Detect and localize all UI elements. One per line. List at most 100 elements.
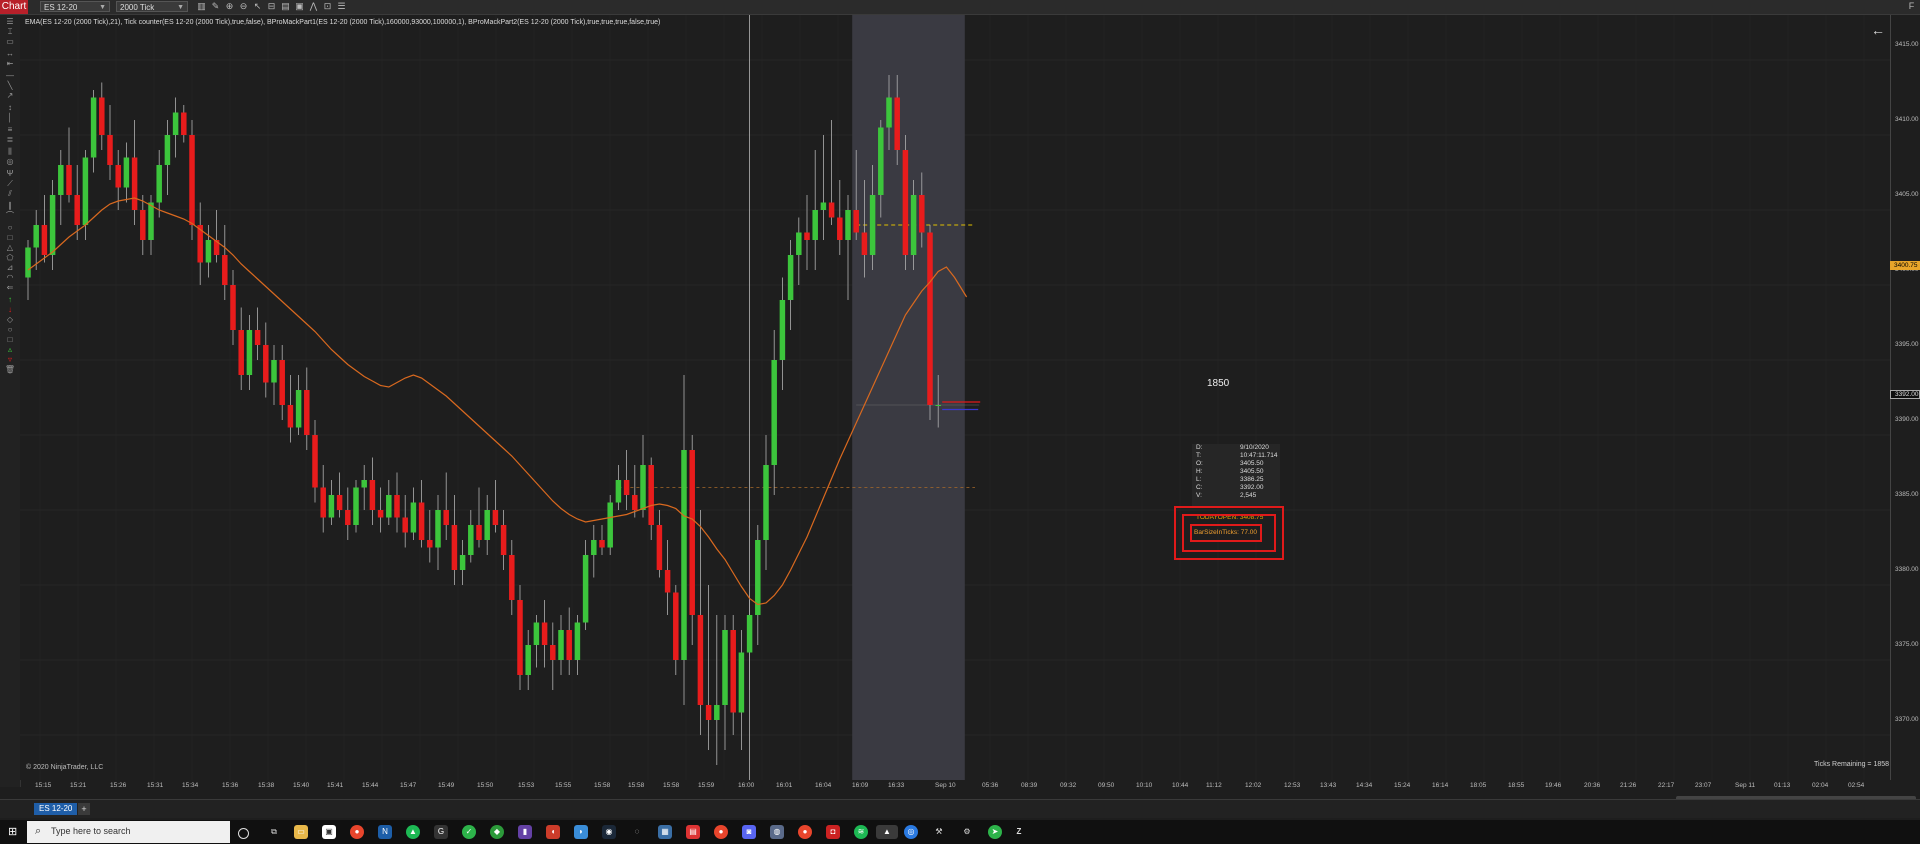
interval-selector[interactable]: 2000 Tick ▼ xyxy=(116,1,188,12)
candle-body xyxy=(49,195,56,255)
fib-time-icon[interactable]: ⫼ xyxy=(4,147,16,157)
diamond-icon[interactable]: ◇ xyxy=(4,315,16,325)
properties-icon[interactable]: ☰ xyxy=(336,1,347,12)
data-box-row: C: 3392.00 xyxy=(1196,484,1264,491)
rectangle-select-icon[interactable]: ▭ xyxy=(4,37,16,47)
trend-line-icon[interactable]: ╲ xyxy=(4,81,16,91)
fib-retracement-icon[interactable]: ≡ xyxy=(4,125,16,135)
steam-icon[interactable]: ◉ xyxy=(602,825,616,839)
extended-line-icon[interactable]: ↕ xyxy=(4,103,16,113)
app-icon-4[interactable]: ✓ xyxy=(462,825,476,839)
app-icon-1[interactable]: N xyxy=(378,825,392,839)
horizontal-line-icon[interactable]: — xyxy=(4,71,16,81)
candle-body xyxy=(172,112,179,135)
chart-title-tab[interactable]: Chart xyxy=(0,0,28,14)
triangle-up-icon[interactable]: ▵ xyxy=(4,345,16,355)
candle-body xyxy=(779,300,786,360)
candle-body xyxy=(238,330,244,375)
time-tick-label: Sep 11 xyxy=(1735,782,1756,789)
arrow-down-icon[interactable]: ↓ xyxy=(4,305,16,315)
pencil-icon[interactable]: ✎ xyxy=(210,1,221,12)
bar-chart-icon[interactable]: ▥ xyxy=(196,1,207,12)
app-icon-12[interactable]: ◎ xyxy=(904,825,918,839)
candle-body xyxy=(607,502,613,548)
taskbar-search-box[interactable]: ⌕ Type here to search xyxy=(27,821,230,843)
arrow-up-icon[interactable]: ↑ xyxy=(4,295,16,305)
app-icon-2[interactable]: ▲ xyxy=(406,825,420,839)
app-icon-9[interactable]: ▤ xyxy=(686,825,700,839)
app-icon-5[interactable]: ◆ xyxy=(490,825,504,839)
file-explorer-icon[interactable]: ▭ xyxy=(294,825,308,839)
regression-icon[interactable]: ⫽ xyxy=(4,189,16,199)
ninjatrader-icon[interactable]: ▲ xyxy=(876,825,898,839)
discord-icon[interactable]: ◙ xyxy=(742,825,756,839)
chrome-icon-3[interactable]: ● xyxy=(798,825,812,839)
ruler-icon[interactable]: ↔ xyxy=(4,49,16,59)
rectangle-icon[interactable]: □ xyxy=(4,233,16,243)
cortana-icon[interactable] xyxy=(238,828,249,839)
app-icon-8[interactable]: ◌ xyxy=(630,825,644,839)
dot-icon[interactable]: ○ xyxy=(4,325,16,335)
settings-icon[interactable]: ⚙ xyxy=(960,825,974,839)
candle-body xyxy=(509,555,515,600)
chrome-icon-2[interactable]: ● xyxy=(714,825,728,839)
path-icon[interactable]: ⊿ xyxy=(4,263,16,273)
polygon-icon[interactable]: ⬠ xyxy=(4,253,16,263)
scroll-bar-icon[interactable]: ⊟ xyxy=(266,1,277,12)
candle-body xyxy=(271,360,277,383)
arc-tool-icon[interactable]: ◠ xyxy=(4,273,16,283)
pitchfork-icon[interactable]: Ψ xyxy=(4,169,16,179)
candle-body xyxy=(443,510,449,525)
cursor-icon[interactable]: ↖ xyxy=(252,1,263,12)
chrome-icon[interactable]: ● xyxy=(350,825,364,839)
price-chart[interactable] xyxy=(20,15,1890,780)
app-icon-13[interactable]: ⚒ xyxy=(932,825,946,839)
task-view-icon[interactable]: ⧉ xyxy=(267,825,281,839)
windows-start-icon[interactable]: ⊞ xyxy=(8,826,20,838)
app-icon-6[interactable]: ◖ xyxy=(546,825,560,839)
fib-circle-icon[interactable]: ◎ xyxy=(4,157,16,167)
zoom-in-icon[interactable]: ⊕ xyxy=(224,1,235,12)
triangle-down-icon[interactable]: ▿ xyxy=(4,355,16,365)
spotify-icon[interactable]: ≋ xyxy=(854,825,868,839)
time-tick-label: 19:46 xyxy=(1545,782,1562,789)
arrow-line-icon[interactable]: ⇐ xyxy=(4,283,16,293)
window-icon[interactable]: ▤ xyxy=(280,1,291,12)
arrow-left-icon[interactable]: ← xyxy=(1871,22,1885,38)
window-menu-icon[interactable]: F xyxy=(1906,1,1917,12)
strategy-icon[interactable]: ⋀ xyxy=(308,1,319,12)
indicators-icon[interactable]: ⊡ xyxy=(322,1,333,12)
ellipse-icon[interactable]: ○ xyxy=(4,223,16,233)
app-icon-11[interactable]: ◘ xyxy=(826,825,840,839)
arc-icon[interactable]: ⌒ xyxy=(4,211,16,221)
add-tab-button[interactable]: + xyxy=(78,803,90,815)
instrument-selector[interactable]: ES 12-20 ▼ xyxy=(40,1,110,12)
zoom-out-icon[interactable]: ⊖ xyxy=(238,1,249,12)
app-icon-3[interactable]: G xyxy=(434,825,448,839)
data-box-row: T: 10:47:11.714 xyxy=(1196,452,1278,459)
candle-body xyxy=(230,285,236,330)
vertical-line-icon[interactable]: │ xyxy=(4,113,16,123)
candle-body xyxy=(263,345,269,383)
app-icon-15[interactable]: Z xyxy=(1012,825,1026,839)
app-icon-14[interactable]: ➤ xyxy=(988,825,1002,839)
menu-icon[interactable]: ☰ xyxy=(4,17,16,27)
ray-icon[interactable]: ↗ xyxy=(4,91,16,101)
twitch-icon[interactable]: ▮ xyxy=(518,825,532,839)
time-tick-label: 15:47 xyxy=(400,782,417,789)
calculator-icon[interactable]: ▦ xyxy=(658,825,672,839)
risk-reward-icon[interactable]: ⇤ xyxy=(4,59,16,69)
square-icon[interactable]: □ xyxy=(4,335,16,345)
store-icon[interactable]: ▣ xyxy=(322,825,336,839)
candle-body xyxy=(222,255,228,285)
fib-extension-icon[interactable]: ≣ xyxy=(4,135,16,145)
text-cursor-icon[interactable]: ⌶ xyxy=(4,27,16,37)
snapshot-icon[interactable]: ▣ xyxy=(294,1,305,12)
trash-icon[interactable]: 🗑 xyxy=(4,365,16,375)
app-icon-10[interactable]: ◍ xyxy=(770,825,784,839)
tab-es-12-20[interactable]: ES 12-20 xyxy=(34,803,78,815)
triangle-icon[interactable]: △ xyxy=(4,243,16,253)
gann-fan-icon[interactable]: ⟋ xyxy=(4,179,16,189)
channel-icon[interactable]: ∥ xyxy=(4,201,16,211)
app-icon-7[interactable]: ◗ xyxy=(574,825,588,839)
